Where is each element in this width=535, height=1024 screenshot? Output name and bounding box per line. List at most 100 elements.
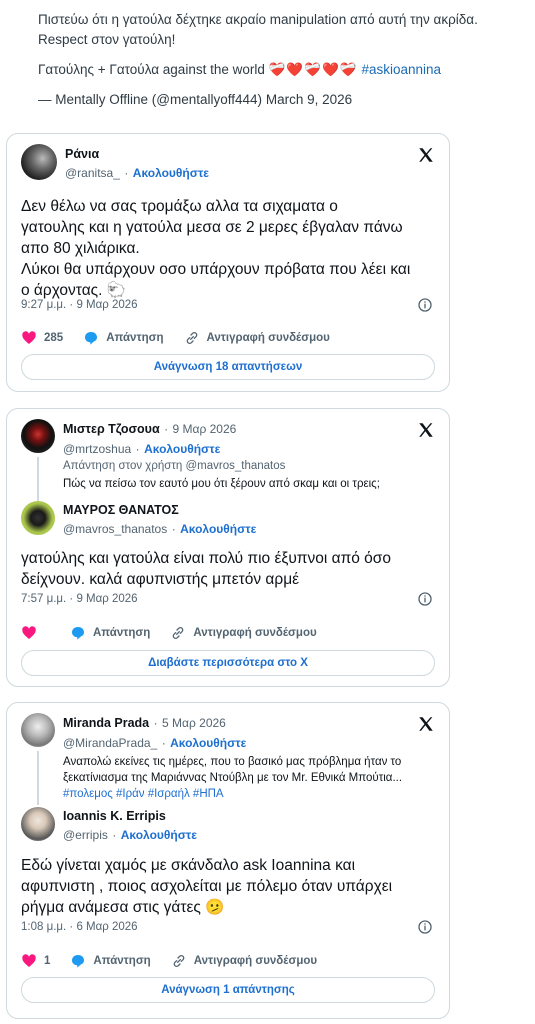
author-handle[interactable]: @mavros_thanatos xyxy=(63,522,167,536)
tweet-body-line: Δεν θέλω να σας τρομάξω αλλα τα σιχαματα… xyxy=(21,198,338,215)
author-handle[interactable]: @ranitsa_ xyxy=(65,166,120,180)
tweet-body: γατούλης και γατούλα είναι πολύ πιο έξυπ… xyxy=(21,548,441,590)
tweet-body: Δεν θέλω να σας τρομάξω αλλα τα σιχαματα… xyxy=(21,196,441,301)
reply-button[interactable]: Απάντηση xyxy=(70,953,151,969)
tweet-body-line: απο 80 χιλιάρικα. xyxy=(21,240,140,257)
follow-button[interactable]: Ακολουθήστε xyxy=(180,522,256,536)
quoted-tweet-text: Πιστεύω ότι η γατούλα δέχτηκε ακραίο man… xyxy=(38,10,528,120)
like-button[interactable] xyxy=(21,625,44,641)
author-handle[interactable]: @erripis xyxy=(63,828,108,842)
separator-dot: · xyxy=(171,522,176,536)
follow-button[interactable]: Ακολουθήστε xyxy=(133,166,209,180)
separator-dot: · xyxy=(153,716,158,730)
tweet-card-3: Miranda Prada · 5 Μαρ 2026 @MirandaPrada… xyxy=(6,702,450,1019)
copy-link-button[interactable]: Αντιγραφή συνδέσμου xyxy=(171,953,317,969)
heart-icon xyxy=(22,626,36,639)
quote-byline: — Mentally Offline (@mentallyoff444) xyxy=(38,92,263,107)
read-replies-button[interactable]: Ανάγνωση 1 απάντησης xyxy=(21,977,435,1003)
tweet-date[interactable]: 9 Μαρ 2026 xyxy=(173,422,237,436)
avatar[interactable] xyxy=(21,144,57,180)
reply-bubble-icon xyxy=(85,332,98,345)
parent-tweet-text: Αναπολώ εκείνες τις ημέρες, που το βασικ… xyxy=(63,754,435,802)
copy-link-button[interactable]: Αντιγραφή συνδέσμου xyxy=(184,330,330,346)
read-more-button[interactable]: Διαβάστε περισσότερα στο X xyxy=(21,650,435,676)
author-name[interactable]: ΜΑΥΡΟΣ ΘΑΝΑΤΟΣ xyxy=(63,503,256,517)
read-replies-button[interactable]: Ανάγνωση 18 απαντήσεων xyxy=(21,354,435,380)
follow-button[interactable]: Ακολουθήστε xyxy=(121,828,197,842)
copy-link-label: Αντιγραφή συνδέσμου xyxy=(206,332,330,344)
hashtag-link[interactable]: #askioannina xyxy=(361,62,441,77)
follow-button[interactable]: Ακολουθήστε xyxy=(144,442,220,456)
author-name[interactable]: Miranda Prada xyxy=(63,716,149,730)
tweet-date[interactable]: 5 Μαρ 2026 xyxy=(162,716,226,730)
tweet-body: Εδώ γίνεται χαμός με σκάνδαλο ask Ioanni… xyxy=(21,855,441,918)
info-icon[interactable] xyxy=(417,919,433,935)
reply-label: Απάντηση xyxy=(93,627,151,639)
reply-bubble-icon xyxy=(72,955,85,968)
separator-dot: · xyxy=(164,422,169,436)
reply-to-label: Απάντηση στον χρήστη @mavros_thanatos xyxy=(63,460,286,472)
reply-button[interactable]: Απάντηση xyxy=(83,330,164,346)
author-name[interactable]: Ράνια xyxy=(65,147,209,161)
link-icon xyxy=(173,955,184,967)
reply-bubble-icon xyxy=(72,627,84,640)
follow-button[interactable]: Ακολουθήστε xyxy=(170,736,246,750)
quote-line-2: Respect στον γατούλη! xyxy=(38,32,176,47)
thread-connector xyxy=(37,457,39,501)
tweet-actions: 285 Απάντηση Αντιγραφή συνδέσμου xyxy=(21,328,435,348)
author-handle[interactable]: @MirandaPrada_ xyxy=(63,736,157,750)
tweet-actions: Απάντηση Αντιγραφή συνδέσμου xyxy=(21,623,435,643)
tweet-body-line: Εδώ γίνεται χαμός με σκάνδαλο ask Ioanni… xyxy=(21,857,356,874)
tweet-timestamp[interactable]: 1:08 μ.μ. · 6 Μαρ 2026 xyxy=(21,921,138,933)
parent-hashtags[interactable]: #πολεμος #Ιράν #Ισραήλ #ΗΠΑ xyxy=(63,786,435,802)
parent-tweet-line: Αναπολώ εκείνες τις ημέρες, που το βασικ… xyxy=(63,756,402,768)
tweet-body-line: γατουλης και η γατούλα μεσα σε 2 μερες έ… xyxy=(21,219,403,236)
avatar[interactable] xyxy=(21,419,55,453)
tweet-timestamp[interactable]: 9:27 μ.μ. · 9 Μαρ 2026 xyxy=(21,299,138,311)
heart-icon xyxy=(22,954,36,967)
tweet-body-line: δείχνουν. καλά αφυπνιστής μπετόν αρμέ xyxy=(21,571,300,588)
avatar[interactable] xyxy=(21,807,55,841)
tweet-timestamp[interactable]: 7:57 μ.μ. · 9 Μαρ 2026 xyxy=(21,593,138,605)
quote-date-link[interactable]: March 9, 2026 xyxy=(266,92,352,107)
separator-dot: · xyxy=(124,166,129,180)
tweet-body-line: ο άρχοντας. 🐑 xyxy=(21,282,127,299)
copy-link-label: Αντιγραφή συνδέσμου xyxy=(193,955,318,967)
separator-dot: · xyxy=(161,736,166,750)
author-handle[interactable]: @mrtzoshua xyxy=(63,442,131,456)
tweet-actions: 1 Απάντηση Αντιγραφή συνδέσμου xyxy=(21,951,435,971)
heart-icon xyxy=(22,331,36,344)
like-button[interactable]: 1 xyxy=(21,953,50,969)
copy-link-button[interactable]: Αντιγραφή συνδέσμου xyxy=(170,625,317,641)
x-logo-icon[interactable] xyxy=(417,146,435,164)
tweet-body-line: ρήγμα ανάμεσα στις γάτες 🫤 xyxy=(21,899,225,916)
separator-dot: · xyxy=(135,442,140,456)
author-name[interactable]: Ioannis K. Erripis xyxy=(63,809,197,823)
hearts-emoji: ❤️‍🩹❤️❤️‍🩹❤️❤️‍🩹 xyxy=(268,62,358,77)
avatar[interactable] xyxy=(21,501,55,535)
copy-link-label: Αντιγραφή συνδέσμου xyxy=(193,627,317,639)
x-logo-icon[interactable] xyxy=(417,421,435,439)
author-name[interactable]: Μιστερ Τζοσουα xyxy=(63,422,160,436)
link-icon xyxy=(186,332,197,344)
reply-label: Απάντηση xyxy=(106,332,164,344)
tweet-card-1: Ράνια @ranitsa_ · Ακολουθήστε Δεν θέλω ν… xyxy=(6,133,450,392)
x-logo-icon[interactable] xyxy=(417,715,435,733)
link-icon xyxy=(173,627,184,639)
separator-dot: · xyxy=(112,828,117,842)
avatar[interactable] xyxy=(21,713,55,747)
tweet-body-line: αφυπνιστη , ποιος ασχολείται με πόλεμο ό… xyxy=(21,878,393,895)
tweet-body-line: γατούλης και γατούλα είναι πολύ πιο έξυπ… xyxy=(21,550,391,567)
like-button[interactable]: 285 xyxy=(21,330,63,346)
info-icon[interactable] xyxy=(417,591,433,607)
parent-tweet-text: Πώς να πείσω τον εαυτό μου ότι ξέρουν απ… xyxy=(63,478,380,490)
quote-line-3: Γατούλης + Γατούλα against the world xyxy=(38,62,265,77)
like-count: 1 xyxy=(44,955,51,967)
reply-button[interactable]: Απάντηση xyxy=(70,625,150,641)
info-icon[interactable] xyxy=(417,297,433,313)
quote-line-1: Πιστεύω ότι η γατούλα δέχτηκε ακραίο man… xyxy=(38,12,478,27)
parent-tweet-line: ξεκατίνιασμα της Μαριάννας Ντούβλη με το… xyxy=(63,772,403,784)
tweet-card-2: Μιστερ Τζοσουα · 9 Μαρ 2026 @mrtzoshua ·… xyxy=(6,408,450,687)
tweet-body-line: Λύκοι θα υπάρχουν οσο υπάρχουν πρόβατα π… xyxy=(21,261,411,278)
like-count: 285 xyxy=(44,332,64,344)
